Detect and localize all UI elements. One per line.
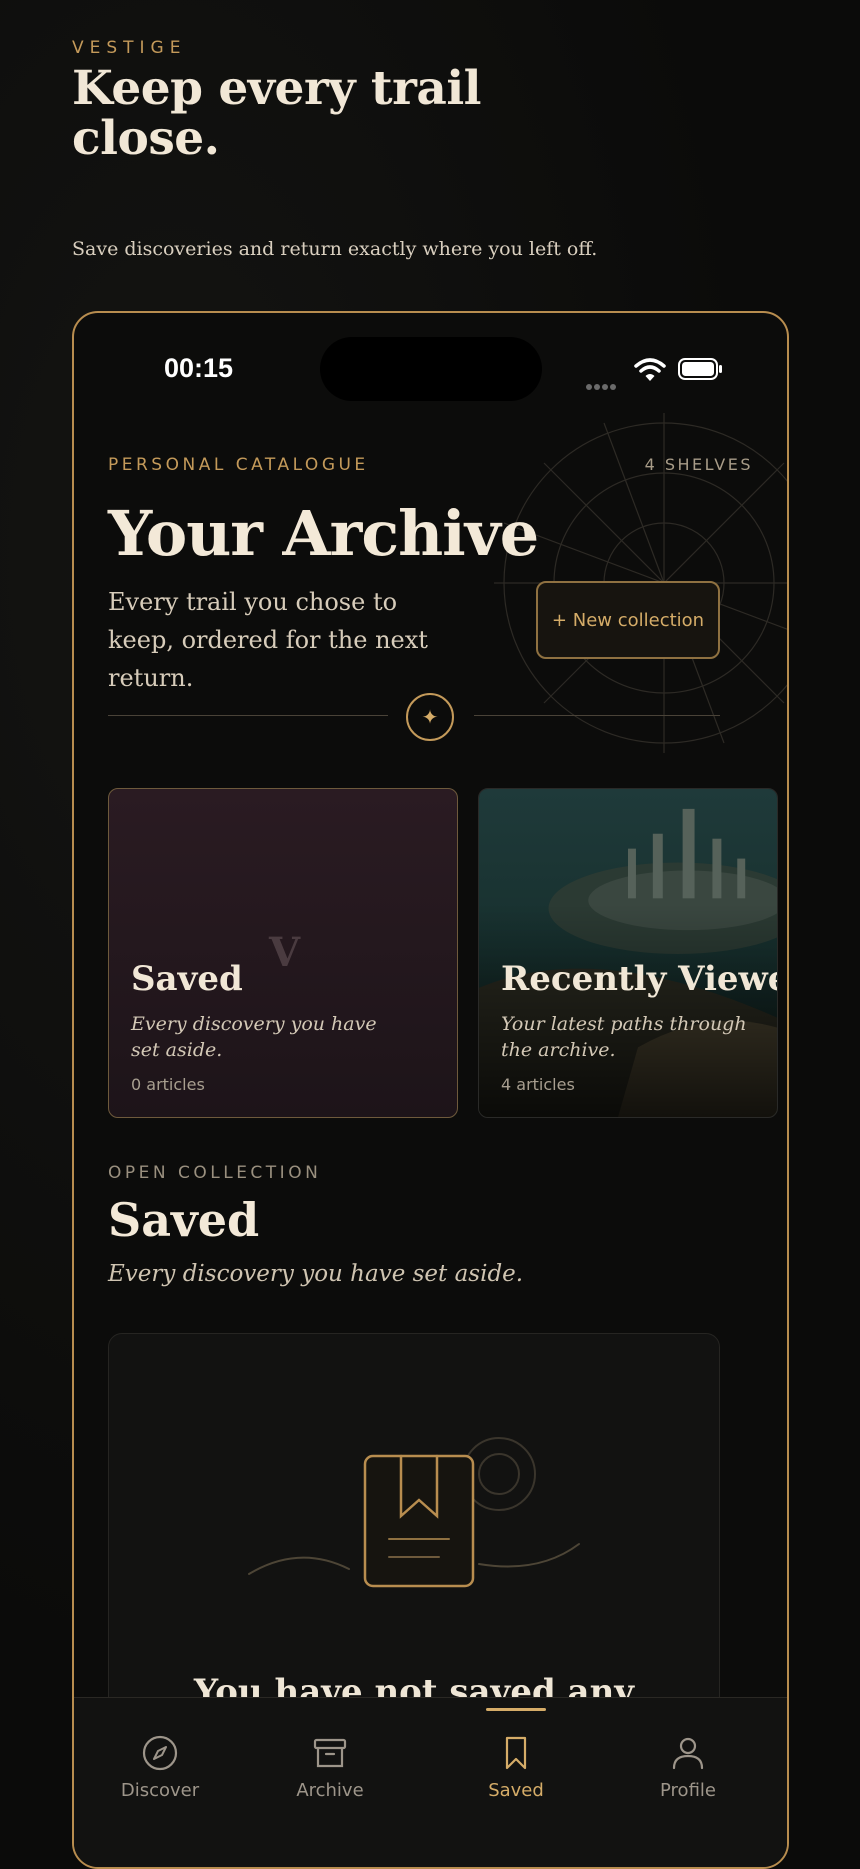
open-collection-eyebrow: OPEN COLLECTION [108,1163,322,1183]
bookmark-icon [505,1736,527,1770]
status-clock: 00:15 [164,353,234,383]
tab-bar: Discover Archive Saved Profile [74,1697,787,1867]
tab-profile[interactable]: Profile [618,1734,758,1814]
page-description: Every trail you chose to keep, ordered f… [108,588,428,692]
status-bar: 00:15 [74,313,787,401]
new-collection-button[interactable]: + New collection [536,581,720,659]
empty-state-panel: You have not saved any [108,1333,720,1753]
person-icon [672,1737,704,1770]
hero-title: Keep every trail close. [72,61,482,166]
active-tab-indicator [486,1708,546,1711]
tab-label: Saved [488,1780,544,1801]
shelf-card-saved[interactable]: V Saved Every discovery you have set asi… [108,788,458,1118]
tab-label: Archive [296,1780,364,1801]
battery-icon [678,358,722,380]
divider-line-right [474,715,720,716]
shelf-title: Recently Viewed [501,959,777,999]
shelf-title: Saved [131,959,243,999]
open-collection-description: Every discovery you have set aside. [108,1261,524,1287]
divider-line-left [108,715,388,716]
compass-icon [142,1735,178,1771]
phone-frame: 00:15 PERSONAL CATALOGUE 4 SHELVES Your … [72,311,789,1869]
wifi-icon [634,358,666,381]
catalogue-eyebrow: PERSONAL CATALOGUE [108,455,369,475]
bookmark-book-illustration [248,1437,580,1588]
shelf-count: 4 SHELVES [644,455,753,474]
tab-archive[interactable]: Archive [260,1734,400,1814]
open-collection-title: Saved [108,1193,260,1247]
shelf-card-recently-viewed[interactable]: Recently Viewed Your latest paths throug… [478,788,778,1118]
shelf-count-label: 4 articles [501,1075,575,1094]
ruined-city-image [479,789,777,1117]
cellular-signal-icon [586,375,618,394]
tab-discover[interactable]: Discover [90,1734,230,1814]
shelf-count-label: 0 articles [131,1075,205,1094]
shelf-description: Your latest paths through the archive. [501,1013,747,1061]
tab-label: Discover [120,1780,200,1801]
brand-label: VESTIGE [72,38,187,58]
sparkle-icon: ✦ [406,693,454,741]
shelf-placeholder-glyph: V [269,929,301,976]
tab-label: Profile [660,1780,716,1801]
shelf-description: Every discovery you have set aside. [131,1013,377,1061]
tab-saved[interactable]: Saved [446,1734,586,1814]
page-title: Your Archive [108,497,539,570]
dynamic-island [320,337,542,401]
archive-box-icon [313,1738,347,1768]
hero-subtitle: Save discoveries and return exactly wher… [72,238,598,260]
